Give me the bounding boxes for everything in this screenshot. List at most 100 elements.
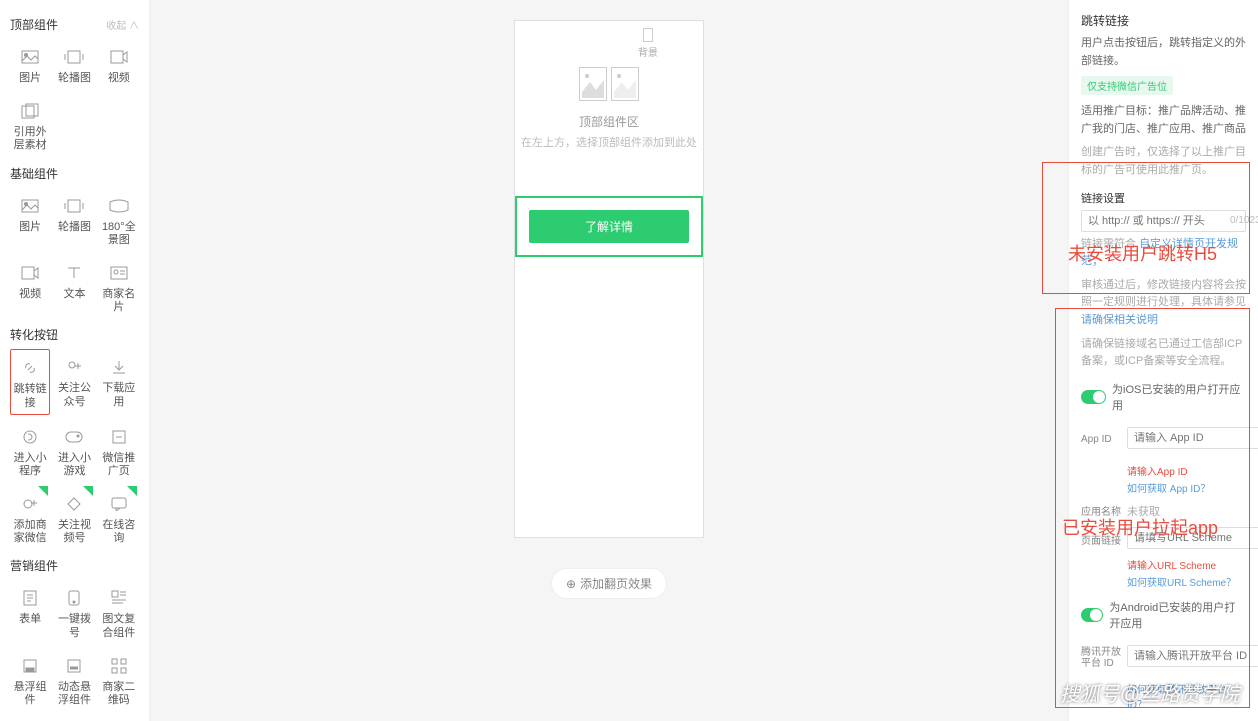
download-icon xyxy=(107,355,131,379)
component-addwx[interactable]: 添加商家微信 xyxy=(10,486,50,549)
card-icon xyxy=(107,261,131,285)
watermark: 搜狐号@丝路赞学院 xyxy=(1060,678,1240,707)
new-badge xyxy=(83,486,93,496)
video-icon xyxy=(107,45,131,69)
component-carousel[interactable]: 轮播图 xyxy=(54,39,94,89)
component-cursor[interactable] xyxy=(54,715,94,721)
component-channels[interactable]: 关注视频号 xyxy=(54,486,94,549)
qr-icon xyxy=(107,654,131,678)
component-dial[interactable]: 一键拨号 xyxy=(54,580,94,643)
text-icon xyxy=(62,261,86,285)
component-label: 引用外层素材 xyxy=(10,126,50,152)
component-link[interactable]: 跳转链接 xyxy=(10,349,50,414)
app-id-error: 请输入App ID xyxy=(1127,463,1246,478)
image-icon xyxy=(18,45,42,69)
combo-icon xyxy=(107,586,131,610)
android-toggle-label: 为Android已安装的用户打开应用 xyxy=(1109,599,1246,631)
help-app-id-link[interactable]: 如何获取 App ID？ xyxy=(1127,480,1246,495)
component-carousel[interactable]: 轮播图 xyxy=(54,188,94,251)
component-qr[interactable]: 商家二维码 xyxy=(99,648,139,711)
zone-subtitle: 在左上方，选择顶部组件添加到此处 xyxy=(521,134,697,150)
page-url-input[interactable] xyxy=(1134,532,1258,544)
component-video[interactable]: 视频 xyxy=(10,255,50,318)
component-video[interactable]: 视频 xyxy=(99,39,139,89)
component-consult[interactable]: 在线咨询 xyxy=(99,486,139,549)
image-icon xyxy=(18,194,42,218)
cta-button[interactable]: 了解详情 xyxy=(529,210,689,243)
ref-icon xyxy=(18,99,42,123)
component-image[interactable]: 图片 xyxy=(10,188,50,251)
component-label: 跳转链接 xyxy=(11,383,49,409)
component-game[interactable]: 进入小游戏 xyxy=(54,419,94,482)
cta-component-selected[interactable]: 了解详情 xyxy=(515,196,703,257)
link-url-input-wrap: 0/1023 xyxy=(1081,210,1246,232)
component-label: 表单 xyxy=(19,613,41,626)
component-label: 图文复合组件 xyxy=(99,613,139,639)
goal-note: 创建广告时，仅选择了以上推广目标的广告可使用此推广页。 xyxy=(1081,144,1246,179)
canvas-area: 背景 顶部组件区 在左上方，选择顶部组件添加到此处 了解详情 ⊕ xyxy=(150,0,1068,721)
component-label: 悬浮组件 xyxy=(10,681,50,707)
component-label: 轮播图 xyxy=(58,221,91,234)
component-promo[interactable]: 微信推广页 xyxy=(99,419,139,482)
link-counter: 0/1023 xyxy=(1230,215,1258,226)
ios-toggle-label: 为iOS已安装的用户打开应用 xyxy=(1112,381,1246,413)
add-page-effect-button[interactable]: ⊕ 添加翻页效果 xyxy=(551,568,667,599)
component-float[interactable]: 悬浮组件 xyxy=(10,648,50,711)
goals-text: 适用推广目标：推广品牌活动、推广我的门店、推广应用、推广商品 xyxy=(1081,103,1246,138)
component-label: 微信推广页 xyxy=(99,452,139,478)
placeholder-icon xyxy=(579,67,639,101)
new-badge xyxy=(127,486,137,496)
component-dynfloat[interactable]: 动态悬浮组件 xyxy=(54,648,94,711)
component-ref[interactable]: 引用外层素材 xyxy=(10,93,50,156)
component-label: 关注公众号 xyxy=(54,382,94,408)
component-download[interactable]: 下载应用 xyxy=(99,349,139,414)
component-sidebar: 顶部组件 收起 ∧ 图片轮播图视频引用外层素材 基础组件 图片轮播图180°全景… xyxy=(0,0,150,721)
pano-icon xyxy=(107,194,131,218)
component-mini[interactable]: 进入小程序 xyxy=(10,419,50,482)
android-toggle[interactable] xyxy=(1081,608,1103,622)
tencent-id-input[interactable] xyxy=(1134,650,1258,662)
help-url-scheme-link[interactable]: 如何获取URL Scheme？ xyxy=(1127,574,1246,589)
help-link[interactable]: 请确保相关说明 xyxy=(1081,314,1158,326)
component-form[interactable]: 表单 xyxy=(10,580,50,643)
component-label: 轮播图 xyxy=(58,72,91,85)
component-label: 关注视频号 xyxy=(54,519,94,545)
component-label: 商家二维码 xyxy=(99,681,139,707)
component-module[interactable] xyxy=(10,715,50,721)
component-follow[interactable]: 关注公众号 xyxy=(54,349,94,414)
mini-icon xyxy=(18,425,42,449)
section-market: 营销组件 xyxy=(10,557,139,574)
component-label: 图片 xyxy=(19,221,41,234)
component-label: 进入小程序 xyxy=(10,452,50,478)
app-name-value: 未获取 xyxy=(1127,503,1160,519)
background-toggle[interactable]: 背景 xyxy=(638,28,658,59)
link-url-input[interactable] xyxy=(1088,215,1230,227)
carousel-icon xyxy=(62,45,86,69)
component-label: 商家名片 xyxy=(99,288,139,314)
new-badge xyxy=(38,486,48,496)
ios-toggle[interactable] xyxy=(1081,390,1106,404)
phone-preview: 顶部组件区 在左上方，选择顶部组件添加到此处 了解详情 xyxy=(514,20,704,538)
property-panel: 跳转链接 用户点击按钮后，跳转指定义的外部链接。 仅支持微信广告位 适用推广目标… xyxy=(1068,0,1258,721)
dial-icon xyxy=(62,586,86,610)
component-label: 视频 xyxy=(19,288,41,301)
panel-desc: 用户点击按钮后，跳转指定义的外部链接。 xyxy=(1081,35,1246,70)
component-combo[interactable]: 图文复合组件 xyxy=(99,580,139,643)
component-text[interactable]: 文本 xyxy=(54,255,94,318)
component-label: 文本 xyxy=(63,288,85,301)
promo-icon xyxy=(107,425,131,449)
component-label: 在线咨询 xyxy=(99,519,139,545)
component-card[interactable]: 商家名片 xyxy=(99,255,139,318)
form-icon xyxy=(18,586,42,610)
panel-title: 跳转链接 xyxy=(1081,12,1246,29)
component-image[interactable]: 图片 xyxy=(10,39,50,89)
component-label: 进入小游戏 xyxy=(54,452,94,478)
component-label: 动态悬浮组件 xyxy=(54,681,94,707)
collapse-icon[interactable]: 收起 ∧ xyxy=(106,17,139,32)
component-label: 视频 xyxy=(108,72,130,85)
top-component-zone[interactable]: 顶部组件区 在左上方，选择顶部组件添加到此处 xyxy=(515,21,703,196)
component-pano[interactable]: 180°全景图 xyxy=(99,188,139,251)
game-icon xyxy=(62,425,86,449)
follow-icon xyxy=(62,355,86,379)
app-id-input[interactable] xyxy=(1134,432,1258,444)
